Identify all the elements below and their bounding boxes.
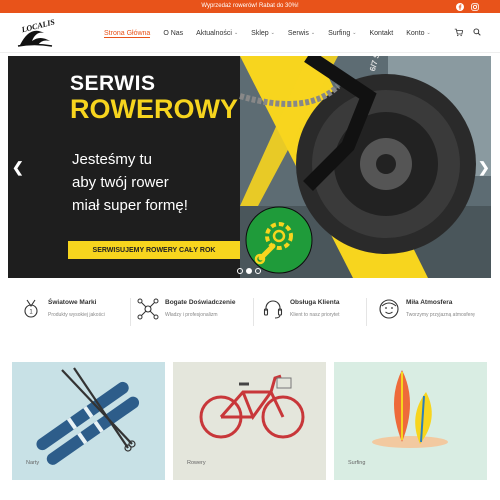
site-header: LOCALIS Strona Główna O Nas Aktualności ⌄ Sk…	[0, 13, 500, 53]
feature-divider	[253, 298, 254, 326]
top-promo-bar: Wyprzedaż rowerów! Rabat do 30%!	[0, 0, 500, 13]
nav-item-label: Strona Główna	[104, 29, 151, 37]
facebook-icon[interactable]	[455, 2, 464, 11]
wrench-gear-badge	[245, 206, 313, 274]
category-card-surfing[interactable]: Surfing	[334, 362, 487, 480]
feature-subtitle: Tworzymy przyjazną atmosferę	[406, 312, 475, 318]
category-card-rowery[interactable]: Rowery	[173, 362, 326, 480]
nav-item-aktualności[interactable]: Aktualności ⌄	[196, 13, 238, 53]
main-nav: Strona Główna O Nas Aktualności ⌄ Sklep ⌄ Serw…	[104, 13, 444, 53]
search-icon[interactable]	[471, 26, 483, 38]
nav-item-label: O Nas	[163, 29, 184, 37]
slider-dot[interactable]	[255, 268, 261, 274]
feature-subtitle: Produkty wysokiej jakości	[48, 312, 105, 318]
slider-prev-arrow-icon[interactable]: ❮	[12, 159, 24, 176]
slider-dot[interactable]	[246, 268, 252, 274]
hero-subtitle: Jesteśmy tu aby twój rower miał super fo…	[72, 148, 242, 217]
feature-item: Miła Atmosfera Tworzymy przyjazną atmosf…	[378, 290, 493, 336]
nav-item-label: Sklep	[251, 29, 269, 37]
category-label: Rowery	[187, 460, 206, 466]
chevron-down-icon: ⌄	[426, 30, 431, 36]
slider-next-arrow-icon[interactable]: ❯	[478, 159, 490, 176]
slider-dot[interactable]	[237, 268, 243, 274]
feature-divider	[130, 298, 131, 326]
instagram-icon[interactable]	[470, 2, 479, 11]
hero-title-line2: ROWEROWY	[70, 94, 238, 124]
feature-subtitle: Klient to nasz priorytet	[290, 312, 340, 318]
hero-cta-button[interactable]: SERWISUJEMY ROWERY CAŁY ROK	[68, 241, 240, 259]
headset-icon	[263, 300, 283, 319]
chevron-down-icon: ⌄	[233, 30, 239, 36]
nav-item-label: Konto	[406, 29, 425, 37]
hero-subtitle-line: miał super formę!	[72, 197, 188, 214]
slider-dots	[237, 268, 264, 274]
nav-item-konto[interactable]: Konto ⌄	[406, 13, 431, 53]
medal-icon: 1	[24, 299, 38, 318]
category-label: Narty	[26, 460, 40, 466]
nav-item-label: Kontakt	[369, 29, 394, 37]
nav-item-surfing[interactable]: Surfing ⌄	[328, 13, 356, 53]
feature-item: Bogate Doświadczenie Władzy i profesjona…	[137, 290, 247, 336]
chevron-down-icon: ⌄	[352, 30, 357, 36]
features-strip: 1 Światowe Marki Produkty wysokiej jakoś…	[0, 290, 500, 336]
nav-item-o-nas[interactable]: O Nas	[163, 13, 183, 53]
nav-item-sklep[interactable]: Sklep ⌄	[251, 13, 275, 53]
nav-item-strona-główna[interactable]: Strona Główna	[104, 13, 151, 53]
hero-title-line1: SERWIS	[70, 72, 156, 95]
smile-face-icon	[379, 299, 399, 319]
feature-title: Obsługa Klienta	[290, 299, 340, 306]
category-card-narty[interactable]: Narty	[12, 362, 165, 480]
nav-item-label: Surfing	[328, 29, 351, 37]
feature-item: Obsługa Klienta Klient to nasz priorytet	[262, 290, 372, 336]
nav-item-label: Serwis	[287, 29, 309, 37]
category-label: Surfing	[348, 460, 366, 466]
feature-divider	[366, 298, 367, 326]
chevron-down-icon: ⌄	[270, 30, 275, 36]
hero-subtitle-line: Jesteśmy tu	[72, 151, 153, 168]
feature-title: Światowe Marki	[48, 299, 97, 306]
feature-title: Miła Atmosfera	[406, 299, 453, 306]
nav-item-label: Aktualności	[196, 29, 232, 37]
promo-text: Wyprzedaż rowerów! Rabat do 30%!	[201, 3, 299, 9]
nav-item-serwis[interactable]: Serwis ⌄	[288, 13, 315, 53]
hero-slider: 6/7 SPEED SERWIS ROWEROWY Jesteśmy tu ab…	[8, 56, 491, 278]
network-icon	[137, 298, 159, 320]
feature-item: 1 Światowe Marki Produkty wysokiej jakoś…	[20, 290, 130, 336]
feature-title: Bogate Doświadczenie	[165, 299, 236, 306]
nav-item-kontakt[interactable]: Kontakt	[369, 13, 393, 53]
svg-text:1: 1	[29, 310, 33, 316]
hero-subtitle-line: aby twój rower	[72, 174, 169, 191]
cart-icon[interactable]	[452, 26, 464, 38]
chevron-down-icon: ⌄	[310, 30, 316, 36]
site-logo[interactable]: LOCALIS	[16, 17, 66, 49]
feature-subtitle: Władzy i profesjonalizm	[165, 312, 218, 318]
